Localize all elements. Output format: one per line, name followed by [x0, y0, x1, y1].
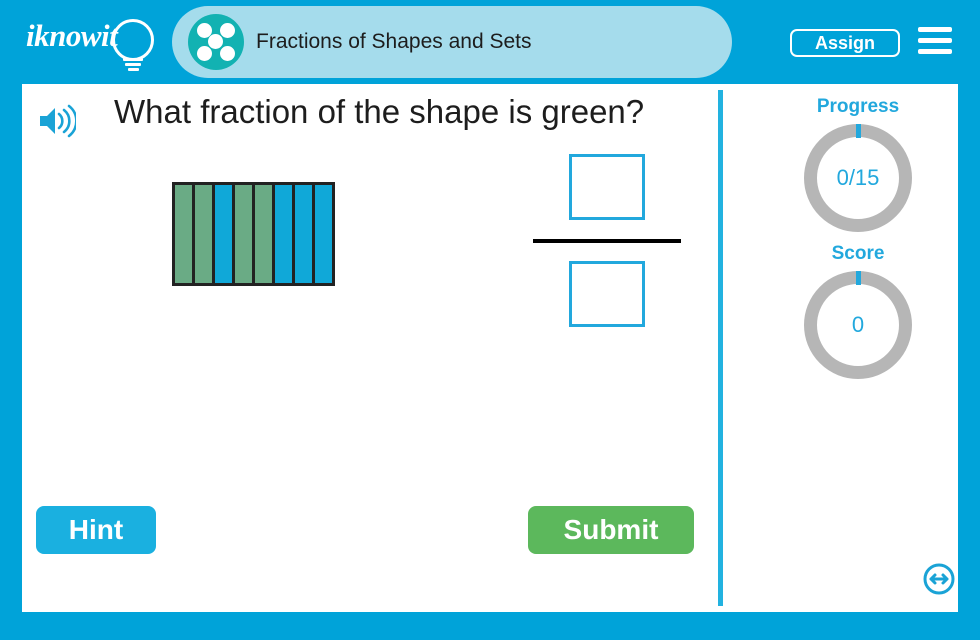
- fraction-bar-shape: [172, 182, 335, 286]
- lesson-title-band: Fractions of Shapes and Sets: [172, 6, 732, 78]
- score-label: Score: [831, 243, 885, 264]
- shape-segment-8-blue: [315, 185, 332, 283]
- progress-label: Progress: [816, 96, 900, 117]
- speaker-icon[interactable]: [36, 104, 78, 138]
- content-panel: What fraction of the shape is green? Pro…: [22, 84, 958, 612]
- shape-segment-4-green: [235, 185, 252, 283]
- shape-segment-2-green: [195, 185, 212, 283]
- shape-segment-5-green: [255, 185, 272, 283]
- fraction-divider-line: [533, 239, 681, 243]
- progress-ring: 0/15: [804, 124, 912, 232]
- app-frame: iknowit Fractions of Shapes and Sets Ass…: [0, 0, 980, 640]
- sidebar-divider: [718, 90, 723, 606]
- numerator-input[interactable]: [569, 154, 645, 220]
- shape-segment-3-blue: [215, 185, 232, 283]
- lesson-title: Fractions of Shapes and Sets: [256, 30, 532, 53]
- progress-value: 0/15: [836, 165, 880, 190]
- resize-horizontal-icon[interactable]: [922, 562, 956, 596]
- shape-segment-1-green: [175, 185, 192, 283]
- assign-button[interactable]: Assign: [790, 29, 900, 57]
- shape-segment-7-blue: [295, 185, 312, 283]
- shape-segment-6-blue: [275, 185, 292, 283]
- app-header: iknowit Fractions of Shapes and Sets Ass…: [0, 0, 980, 84]
- denominator-input[interactable]: [569, 261, 645, 327]
- question-text: What fraction of the shape is green?: [114, 93, 645, 130]
- brand-logo-text: iknowit: [26, 18, 118, 53]
- brand-logo[interactable]: iknowit: [26, 14, 166, 71]
- lightbulb-icon: [112, 19, 154, 61]
- hamburger-menu-icon[interactable]: [918, 27, 952, 57]
- score-meter: Score 0: [778, 243, 938, 379]
- five-dots-circle-icon: [188, 14, 244, 70]
- fraction-answer: [532, 154, 682, 327]
- progress-meter: Progress 0/15: [778, 96, 938, 232]
- score-ring: 0: [804, 271, 912, 379]
- hint-button[interactable]: Hint: [36, 506, 156, 554]
- lightbulb-base-icon: [123, 58, 143, 71]
- score-value: 0: [851, 312, 865, 337]
- submit-button[interactable]: Submit: [528, 506, 694, 554]
